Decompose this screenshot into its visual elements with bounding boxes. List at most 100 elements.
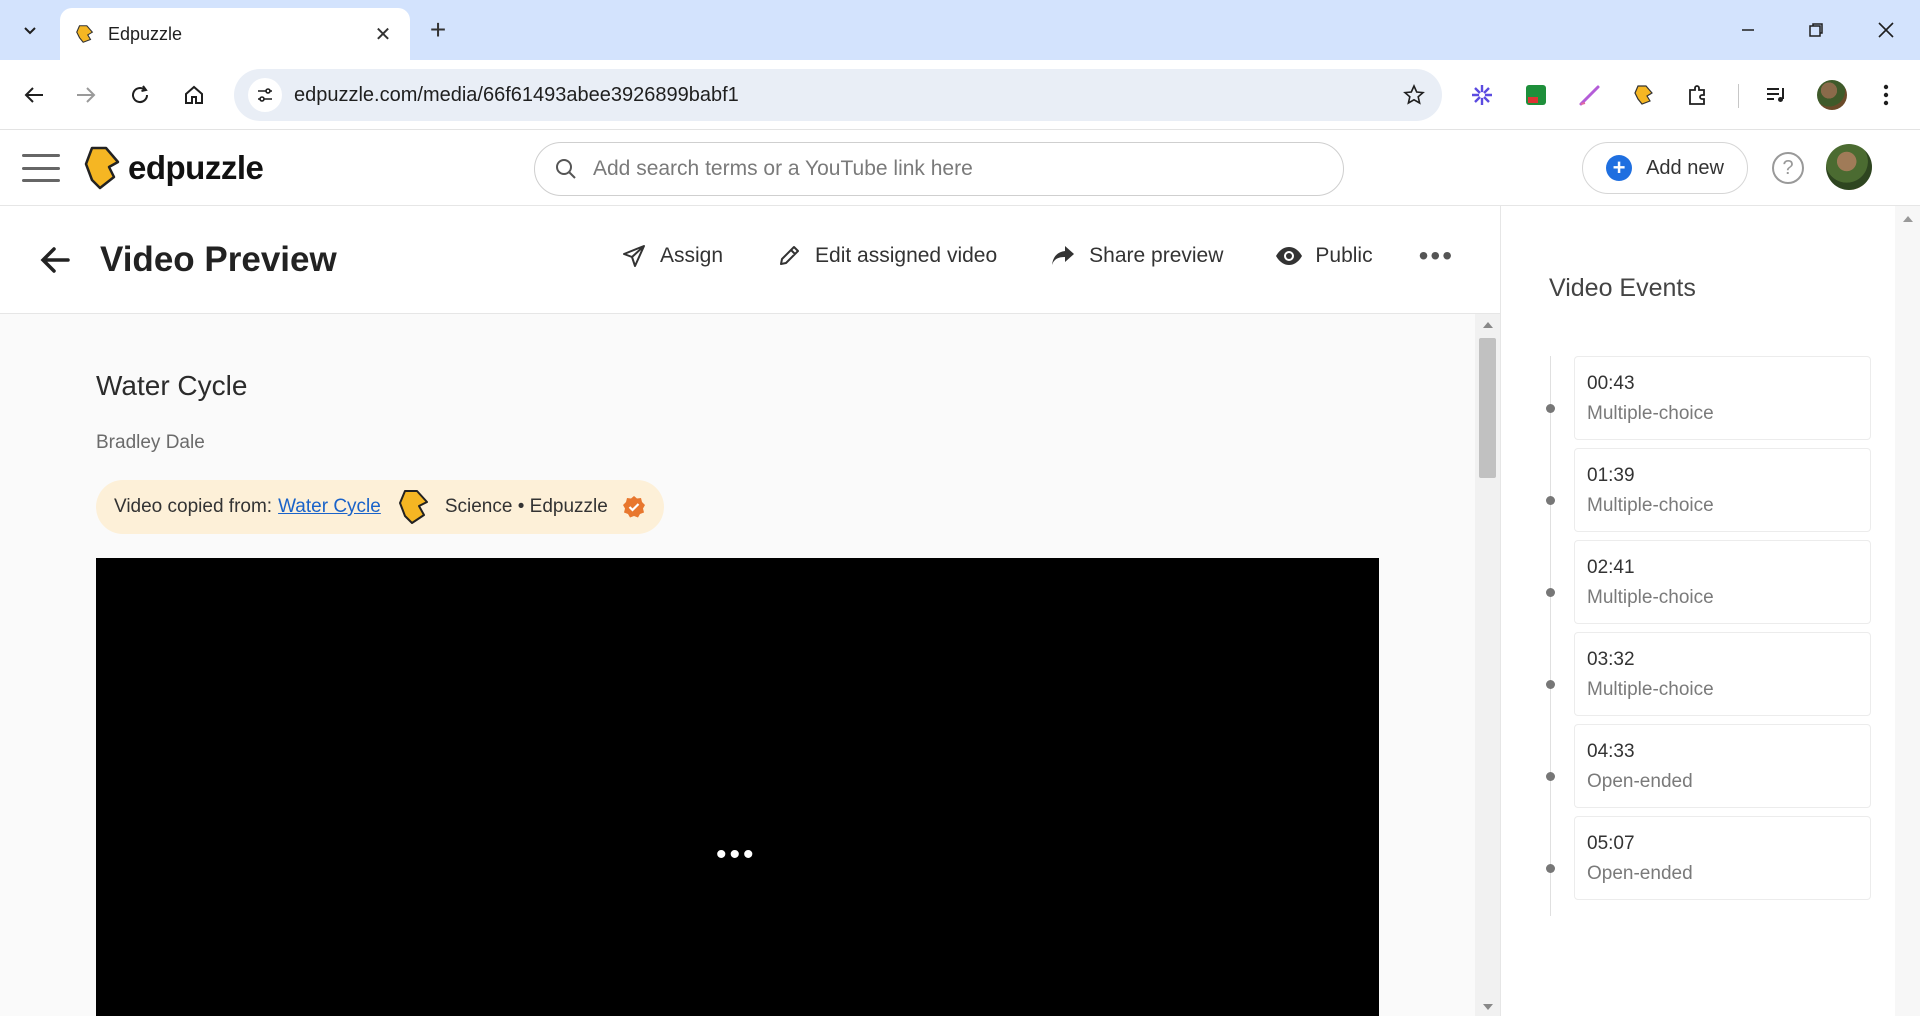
url-text[interactable]: edpuzzle.com/media/66f61493abee3926899ba… [294, 84, 1394, 107]
timeline-dot [1546, 772, 1555, 781]
extension-pen-icon[interactable] [1572, 77, 1608, 113]
event-card[interactable]: 02:41 Multiple-choice [1574, 540, 1871, 624]
browser-menu-button[interactable] [1868, 77, 1904, 113]
event-card[interactable]: 00:43 Multiple-choice [1574, 356, 1871, 440]
new-tab-button[interactable]: + [422, 14, 454, 46]
home-icon [185, 85, 203, 104]
minimize-icon [1742, 29, 1754, 31]
back-arrow-icon[interactable] [36, 242, 74, 278]
site-info-icon[interactable] [248, 78, 282, 112]
edpuzzle-logo-icon [84, 146, 120, 190]
send-icon [620, 242, 648, 270]
video-title: Water Cycle [96, 370, 248, 401]
event-time: 04:33 [1587, 741, 1635, 762]
copied-from-banner: Video copied from: Water Cycle Science •… [96, 480, 664, 534]
timeline-line [1550, 356, 1551, 916]
extensions-puzzle-icon[interactable] [1680, 77, 1716, 113]
app-header: edpuzzle + Add new ? [0, 130, 1920, 206]
event-type: Multiple-choice [1587, 679, 1714, 700]
scroll-down-arrow-icon[interactable] [1483, 1004, 1493, 1010]
event-card[interactable]: 03:32 Multiple-choice [1574, 632, 1871, 716]
extension-green-icon[interactable] [1518, 77, 1554, 113]
event-type: Open-ended [1587, 863, 1693, 884]
search-icon [551, 154, 581, 184]
scroll-up-arrow-icon[interactable] [1903, 216, 1913, 222]
video-events-title: Video Events [1549, 274, 1696, 302]
extension-flower-icon[interactable] [1464, 77, 1500, 113]
share-preview-button[interactable]: Share preview [1049, 242, 1223, 270]
timeline-dot [1546, 496, 1555, 505]
extension-edpuzzle-icon[interactable] [1626, 77, 1662, 113]
arrow-right-icon [77, 87, 96, 103]
search-bar[interactable] [534, 142, 1344, 196]
close-icon [1878, 22, 1894, 38]
page-actions: Assign Edit assigned video Share preview… [620, 240, 1454, 272]
edit-assigned-video-button[interactable]: Edit assigned video [775, 242, 997, 270]
tab-title: Edpuzzle [108, 23, 183, 44]
bookmark-star-icon[interactable] [1394, 75, 1434, 115]
chevron-down-icon [24, 27, 36, 35]
timeline-dot [1546, 680, 1555, 689]
main-area: Video Preview Assign Edit assigned video… [0, 206, 1500, 1016]
event-card[interactable]: 05:07 Open-ended [1574, 816, 1871, 900]
event-type: Multiple-choice [1587, 587, 1714, 608]
pencil-icon [775, 242, 803, 270]
share-preview-label: Share preview [1089, 244, 1224, 267]
main-scrollbar[interactable] [1475, 314, 1500, 1016]
event-time: 00:43 [1587, 373, 1635, 394]
eye-icon [1275, 242, 1303, 270]
timeline-dot [1546, 588, 1555, 597]
browser-tab-bar: Edpuzzle ✕ + [0, 0, 1920, 60]
event-type: Multiple-choice [1587, 495, 1714, 516]
forward-button[interactable] [68, 77, 104, 113]
minimize-button[interactable] [1724, 10, 1772, 50]
scroll-up-arrow-icon[interactable] [1483, 322, 1493, 328]
search-input[interactable] [593, 157, 1293, 181]
event-card[interactable]: 04:33 Open-ended [1574, 724, 1871, 808]
logo-text: edpuzzle [128, 149, 264, 186]
reload-button[interactable] [122, 77, 158, 113]
close-tab-icon[interactable]: ✕ [370, 21, 396, 47]
plus-circle-icon: + [1606, 155, 1633, 181]
restore-button[interactable] [1792, 10, 1840, 50]
public-button[interactable]: Public [1275, 242, 1373, 270]
video-events-panel: Video Events 00:43 Multiple-choice 01:39… [1500, 206, 1920, 1016]
help-icon[interactable]: ? [1772, 152, 1804, 184]
video-loading-indicator: ••• [716, 838, 757, 871]
event-time: 03:32 [1587, 649, 1635, 670]
page-title: Video Preview [100, 240, 337, 279]
scroll-thumb[interactable] [1479, 338, 1496, 478]
user-avatar[interactable] [1826, 144, 1872, 190]
home-button[interactable] [176, 77, 212, 113]
video-content: Water Cycle Bradley Dale Video copied fr… [0, 314, 1475, 1016]
add-new-label: Add new [1646, 156, 1724, 179]
event-time: 05:07 [1587, 833, 1635, 854]
close-window-button[interactable] [1862, 10, 1910, 50]
reload-icon [132, 85, 149, 104]
timeline-dot [1546, 404, 1555, 413]
verified-badge-icon [622, 496, 645, 518]
back-button[interactable] [16, 77, 52, 113]
events-scrollbar[interactable] [1895, 206, 1920, 1016]
copied-from-label: Video copied from: [114, 496, 273, 517]
assign-button[interactable]: Assign [620, 242, 723, 270]
edpuzzle-logo[interactable]: edpuzzle [82, 144, 264, 192]
address-bar[interactable]: edpuzzle.com/media/66f61493abee3926899ba… [234, 69, 1442, 121]
edpuzzle-channel-icon [398, 490, 428, 524]
event-type: Open-ended [1587, 771, 1693, 792]
copied-from-link[interactable]: Water Cycle [278, 496, 381, 518]
event-card[interactable]: 01:39 Multiple-choice [1574, 448, 1871, 532]
media-control-icon[interactable] [1758, 77, 1794, 113]
profile-avatar-image [1817, 80, 1847, 110]
edpuzzle-favicon-icon [76, 25, 94, 43]
browser-tab-edpuzzle[interactable]: Edpuzzle ✕ [60, 8, 410, 60]
channel-name[interactable]: Science • Edpuzzle [445, 496, 608, 518]
edit-assigned-video-label: Edit assigned video [815, 244, 998, 267]
tab-search-button[interactable] [12, 12, 48, 48]
hamburger-menu-icon[interactable] [22, 152, 60, 184]
more-options-icon[interactable]: ••• [1419, 240, 1454, 272]
video-player[interactable]: ••• [96, 558, 1379, 1016]
add-new-button[interactable]: + Add new [1582, 142, 1748, 194]
profile-avatar[interactable] [1814, 77, 1850, 113]
public-label: Public [1315, 244, 1373, 267]
